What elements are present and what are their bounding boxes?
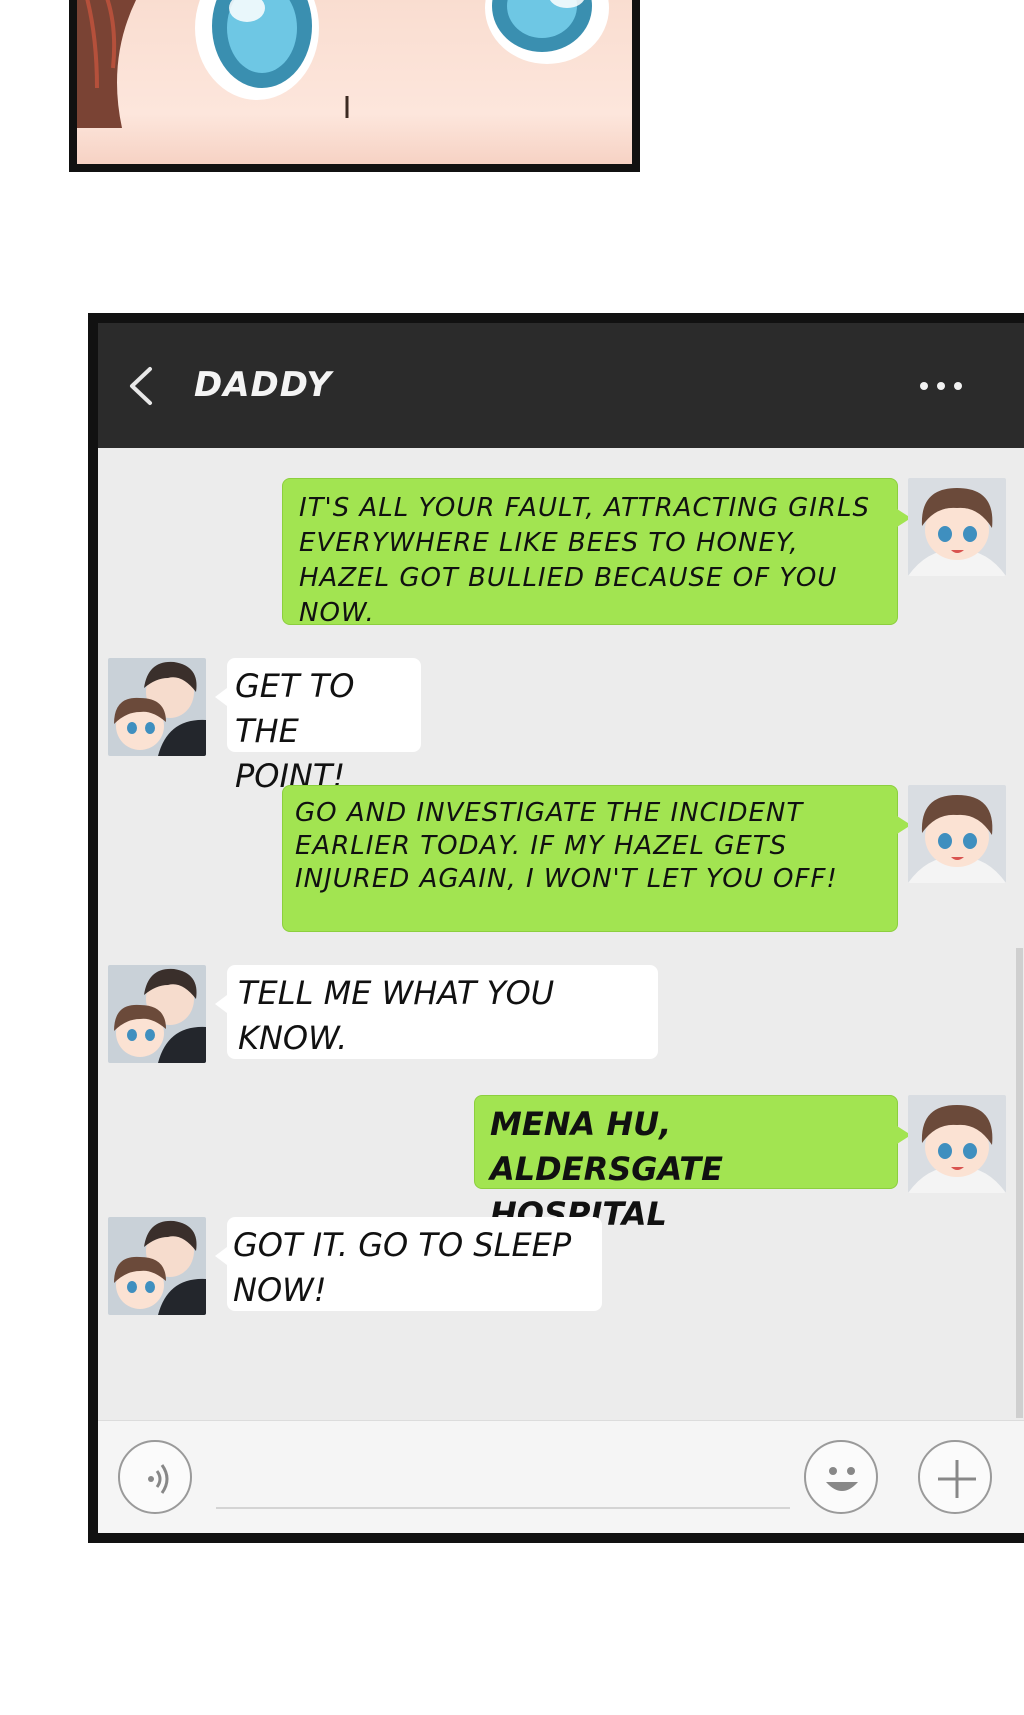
message-bubble-received: GET TO THE POINT! (215, 658, 421, 795)
comic-panel-face-closeup (69, 0, 640, 172)
title-bar: DADDY (98, 323, 1024, 448)
message-input[interactable] (216, 1449, 790, 1509)
message-text: TELL ME WHAT YOU KNOW. (238, 974, 555, 1057)
more-dots-icon[interactable] (920, 375, 974, 397)
message-bubble-sent: MENA HU, ALDERSGATE HOSPITAL (474, 1095, 911, 1233)
message-text: IT'S ALL YOUR FAULT, ATTRACTING GIRLS EV… (299, 493, 870, 628)
voice-icon[interactable] (118, 1440, 192, 1514)
message-bubble-sent: GO AND INVESTIGATE THE INCIDENT EARLIER … (282, 785, 911, 932)
message-bubble-sent: IT'S ALL YOUR FAULT, ATTRACTING GIRLS EV… (282, 478, 911, 628)
avatar-daddy[interactable] (108, 658, 206, 756)
chat-title: DADDY (194, 365, 332, 405)
message-text: GOT IT. GO TO SLEEP NOW! (233, 1226, 572, 1309)
avatar-daddy[interactable] (108, 1217, 206, 1315)
face-closeup-illustration (77, 0, 609, 128)
message-bubble-received: TELL ME WHAT YOU KNOW. (215, 965, 658, 1059)
avatar-hazel[interactable] (908, 478, 1006, 576)
chat-scrollbar[interactable] (1016, 948, 1023, 1418)
message-input-bar (98, 1420, 1024, 1533)
avatar-daddy[interactable] (108, 965, 206, 1063)
avatar-hazel[interactable] (908, 785, 1006, 883)
emoji-icon[interactable] (804, 1440, 878, 1514)
avatar-hazel[interactable] (908, 1095, 1006, 1193)
message-text: GET TO THE POINT! (235, 667, 355, 795)
chevron-left-icon[interactable] (122, 361, 162, 411)
message-bubble-received: GOT IT. GO TO SLEEP NOW! (215, 1217, 602, 1311)
chat-app-window: DADDY IT'S ALL YOUR FAULT, ATTRACTING GI… (88, 313, 1024, 1543)
plus-icon[interactable] (918, 1440, 992, 1514)
message-text: GO AND INVESTIGATE THE INCIDENT EARLIER … (295, 798, 838, 894)
